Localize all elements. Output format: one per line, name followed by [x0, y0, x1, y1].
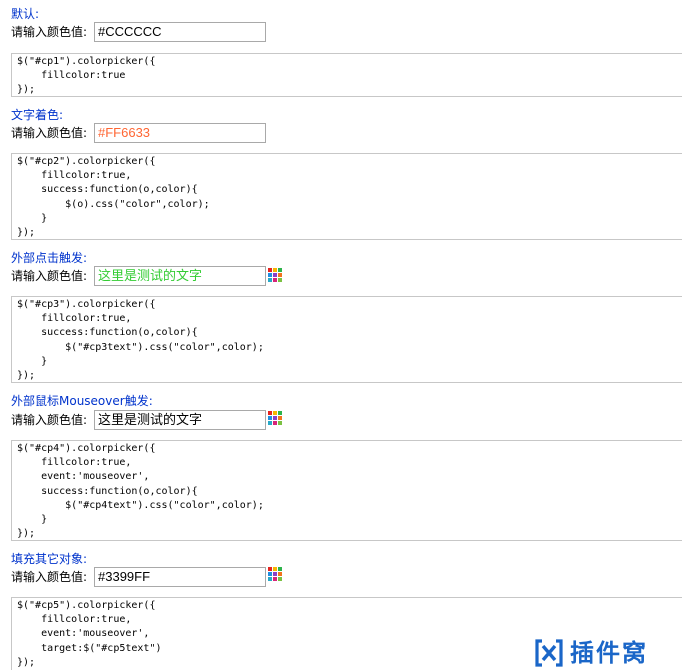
swatch [278, 421, 282, 425]
swatch [268, 416, 272, 420]
swatch [268, 268, 272, 272]
swatch [268, 567, 272, 571]
code-line: success:function(o,color){ [17, 485, 198, 497]
color-input-label: 请输入颜色值: [11, 269, 88, 283]
code-line: $("#cp5").colorpicker({ [17, 600, 156, 611]
watermark: 插件窝 [534, 636, 674, 670]
code-line: }); [17, 528, 36, 540]
color-input-label: 请输入颜色值: [11, 25, 88, 39]
section-title-fill-other: 填充其它对象: [11, 552, 88, 566]
code-line: } [17, 212, 48, 224]
section-title-external-mouseover: 外部鼠标Mouseover触发: [11, 394, 153, 408]
code-block-cp4: $("#cp4").colorpicker({ fillcolor:true, … [11, 440, 682, 541]
code-line: $(o).css("color",color); [17, 198, 210, 210]
code-line: fillcolor:true [17, 70, 126, 82]
swatch [278, 411, 282, 415]
code-block-cp2: $("#cp2").colorpicker({ fillcolor:true, … [11, 153, 682, 240]
bracket-x-logo-icon [534, 638, 564, 668]
swatch [273, 278, 277, 282]
swatch [278, 577, 282, 581]
code-line: $("#cp1").colorpicker({ [17, 56, 156, 67]
swatch [268, 421, 272, 425]
code-line: $("#cp3").colorpicker({ [17, 299, 156, 310]
swatch [268, 572, 272, 576]
swatch [268, 273, 272, 277]
color-input-label: 请输入颜色值: [11, 413, 88, 427]
code-block-cp3: $("#cp3").colorpicker({ fillcolor:true, … [11, 296, 682, 383]
watermark-text: 插件窝 [570, 639, 648, 667]
code-line: }); [17, 227, 36, 239]
swatch [278, 273, 282, 277]
color-input-cp3[interactable]: 这里是测试的文字 [94, 266, 266, 286]
code-line: fillcolor:true, [17, 313, 132, 325]
color-input-cp2[interactable]: #FF6633 [94, 123, 266, 143]
color-input-cp4[interactable]: 这里是测试的文字 [94, 410, 266, 430]
code-line: } [17, 355, 48, 367]
swatch [278, 567, 282, 571]
swatch [273, 268, 277, 272]
swatch [278, 278, 282, 282]
color-input-cp1[interactable]: #CCCCCC [94, 22, 266, 42]
swatch [273, 421, 277, 425]
code-line: fillcolor:true, [17, 457, 132, 469]
code-line: $("#cp4").colorpicker({ [17, 443, 156, 454]
swatch [273, 567, 277, 571]
swatch [278, 572, 282, 576]
swatch [268, 577, 272, 581]
swatch [273, 273, 277, 277]
code-line: $("#cp4text").css("color",color); [17, 499, 264, 511]
swatch [268, 411, 272, 415]
swatch [278, 268, 282, 272]
code-line: $("#cp3text").css("color",color); [17, 341, 264, 353]
code-line: } [17, 514, 48, 526]
code-block-cp1: $("#cp1").colorpicker({ fillcolor:true }… [11, 53, 682, 97]
code-line: }); [17, 84, 36, 96]
color-picker-icon[interactable] [268, 567, 282, 581]
color-input-cp5[interactable]: #3399FF [94, 567, 266, 587]
swatch [273, 411, 277, 415]
code-line: event:'mouseover', [17, 471, 150, 483]
section-title-external-click: 外部点击触发: [11, 251, 88, 265]
swatch [273, 416, 277, 420]
section-title-text-color: 文字着色: [11, 108, 64, 122]
swatch [278, 416, 282, 420]
swatch [273, 572, 277, 576]
color-input-label: 请输入颜色值: [11, 570, 88, 584]
color-picker-icon[interactable] [268, 411, 282, 425]
color-input-label: 请输入颜色值: [11, 126, 88, 140]
code-line: $("#cp2").colorpicker({ [17, 156, 156, 167]
swatch [268, 278, 272, 282]
code-line: success:function(o,color){ [17, 184, 198, 196]
swatch [273, 577, 277, 581]
code-line: fillcolor:true, [17, 170, 132, 182]
color-picker-icon[interactable] [268, 268, 282, 282]
code-line: fillcolor:true, [17, 614, 132, 626]
code-line: success:function(o,color){ [17, 327, 198, 339]
code-line: }); [17, 370, 36, 382]
section-title-default: 默认: [11, 7, 40, 21]
